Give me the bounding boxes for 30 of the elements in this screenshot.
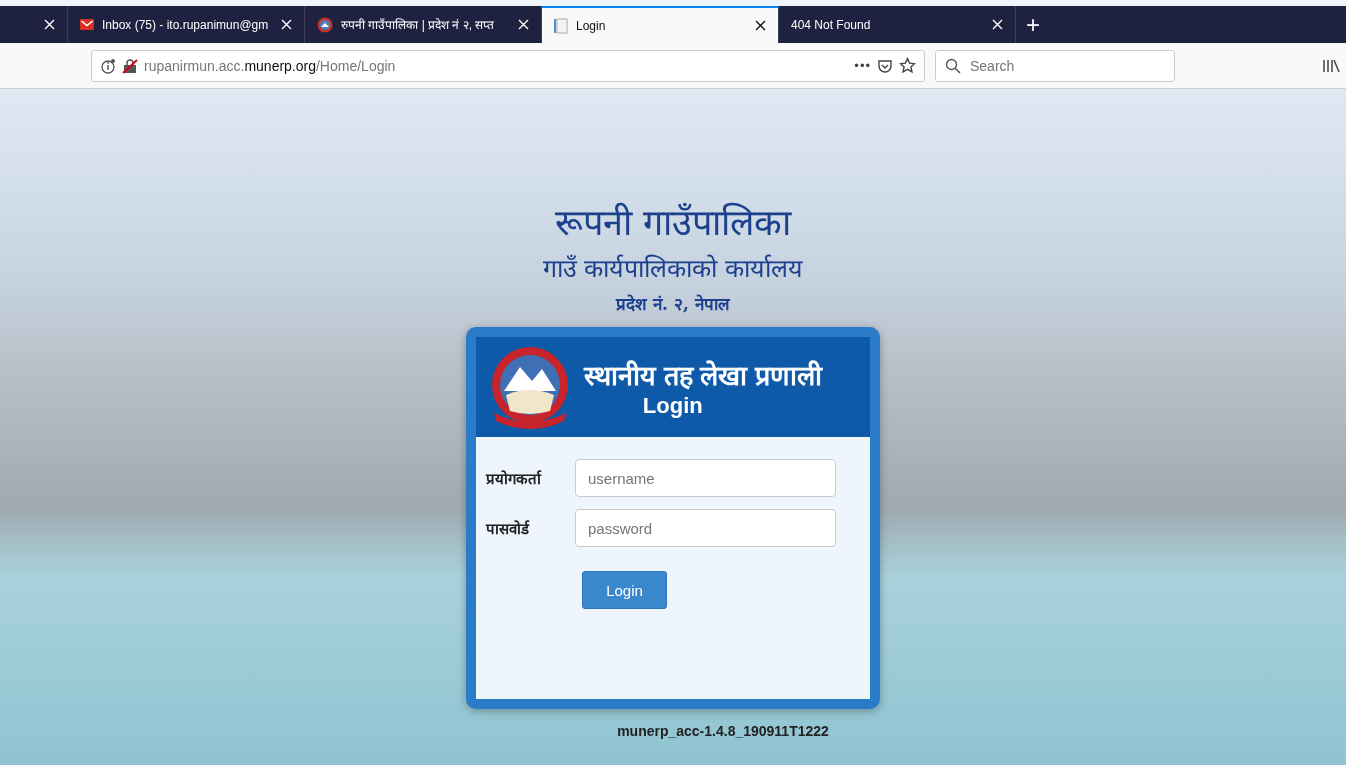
login-button[interactable]: Login — [582, 571, 667, 609]
field-label: प्रयोगकर्ता — [486, 469, 543, 488]
office-name: गाउँ कार्यपालिकाको कार्यालय — [542, 253, 804, 284]
version-text: munerp_acc-1.4.8_190911T1222 — [617, 723, 829, 739]
mail-icon — [80, 19, 94, 30]
municipality-name: रूपनी गाउँपालिका — [554, 201, 792, 245]
system-title: स्थानीय तह लेखा प्रणाली — [584, 359, 822, 393]
tab-title: Inbox (75) - ito.rupanimun@gm — [102, 17, 270, 32]
library-icon[interactable] — [1322, 57, 1340, 74]
page-actions-button[interactable]: ••• — [854, 58, 871, 73]
input-field[interactable]: username — [575, 459, 836, 497]
province-address: प्रदेश नं. २, नेपाल — [616, 293, 730, 315]
tab-title: 404 Not Found — [791, 17, 872, 32]
field-label: पासवोर्ड — [486, 519, 531, 538]
tab-title: Login — [576, 18, 607, 33]
address-bar[interactable]: rupanirmun.acc.munerp.org/Home/Login ••• — [91, 49, 925, 82]
tab-title: रुपनी गाउँपालिका | प्रदेश नं २, सप्त — [341, 17, 496, 33]
search-field[interactable]: Search — [935, 49, 1175, 82]
insecure-lock-icon[interactable] — [122, 57, 138, 74]
pocket-icon[interactable] — [877, 57, 893, 74]
star-icon[interactable] — [899, 57, 916, 74]
info-icon[interactable] — [100, 57, 116, 74]
new-tab-button[interactable]: + — [1016, 6, 1050, 43]
card-subtitle: Login — [642, 392, 703, 419]
close-icon[interactable] — [755, 20, 766, 31]
url-text: rupanirmun.acc.munerp.org/Home/Login — [144, 57, 397, 74]
page-icon — [554, 17, 568, 34]
input-field[interactable]: password — [575, 509, 836, 547]
browser-tab[interactable]: Login — [542, 6, 779, 43]
emblem-icon — [317, 16, 333, 33]
